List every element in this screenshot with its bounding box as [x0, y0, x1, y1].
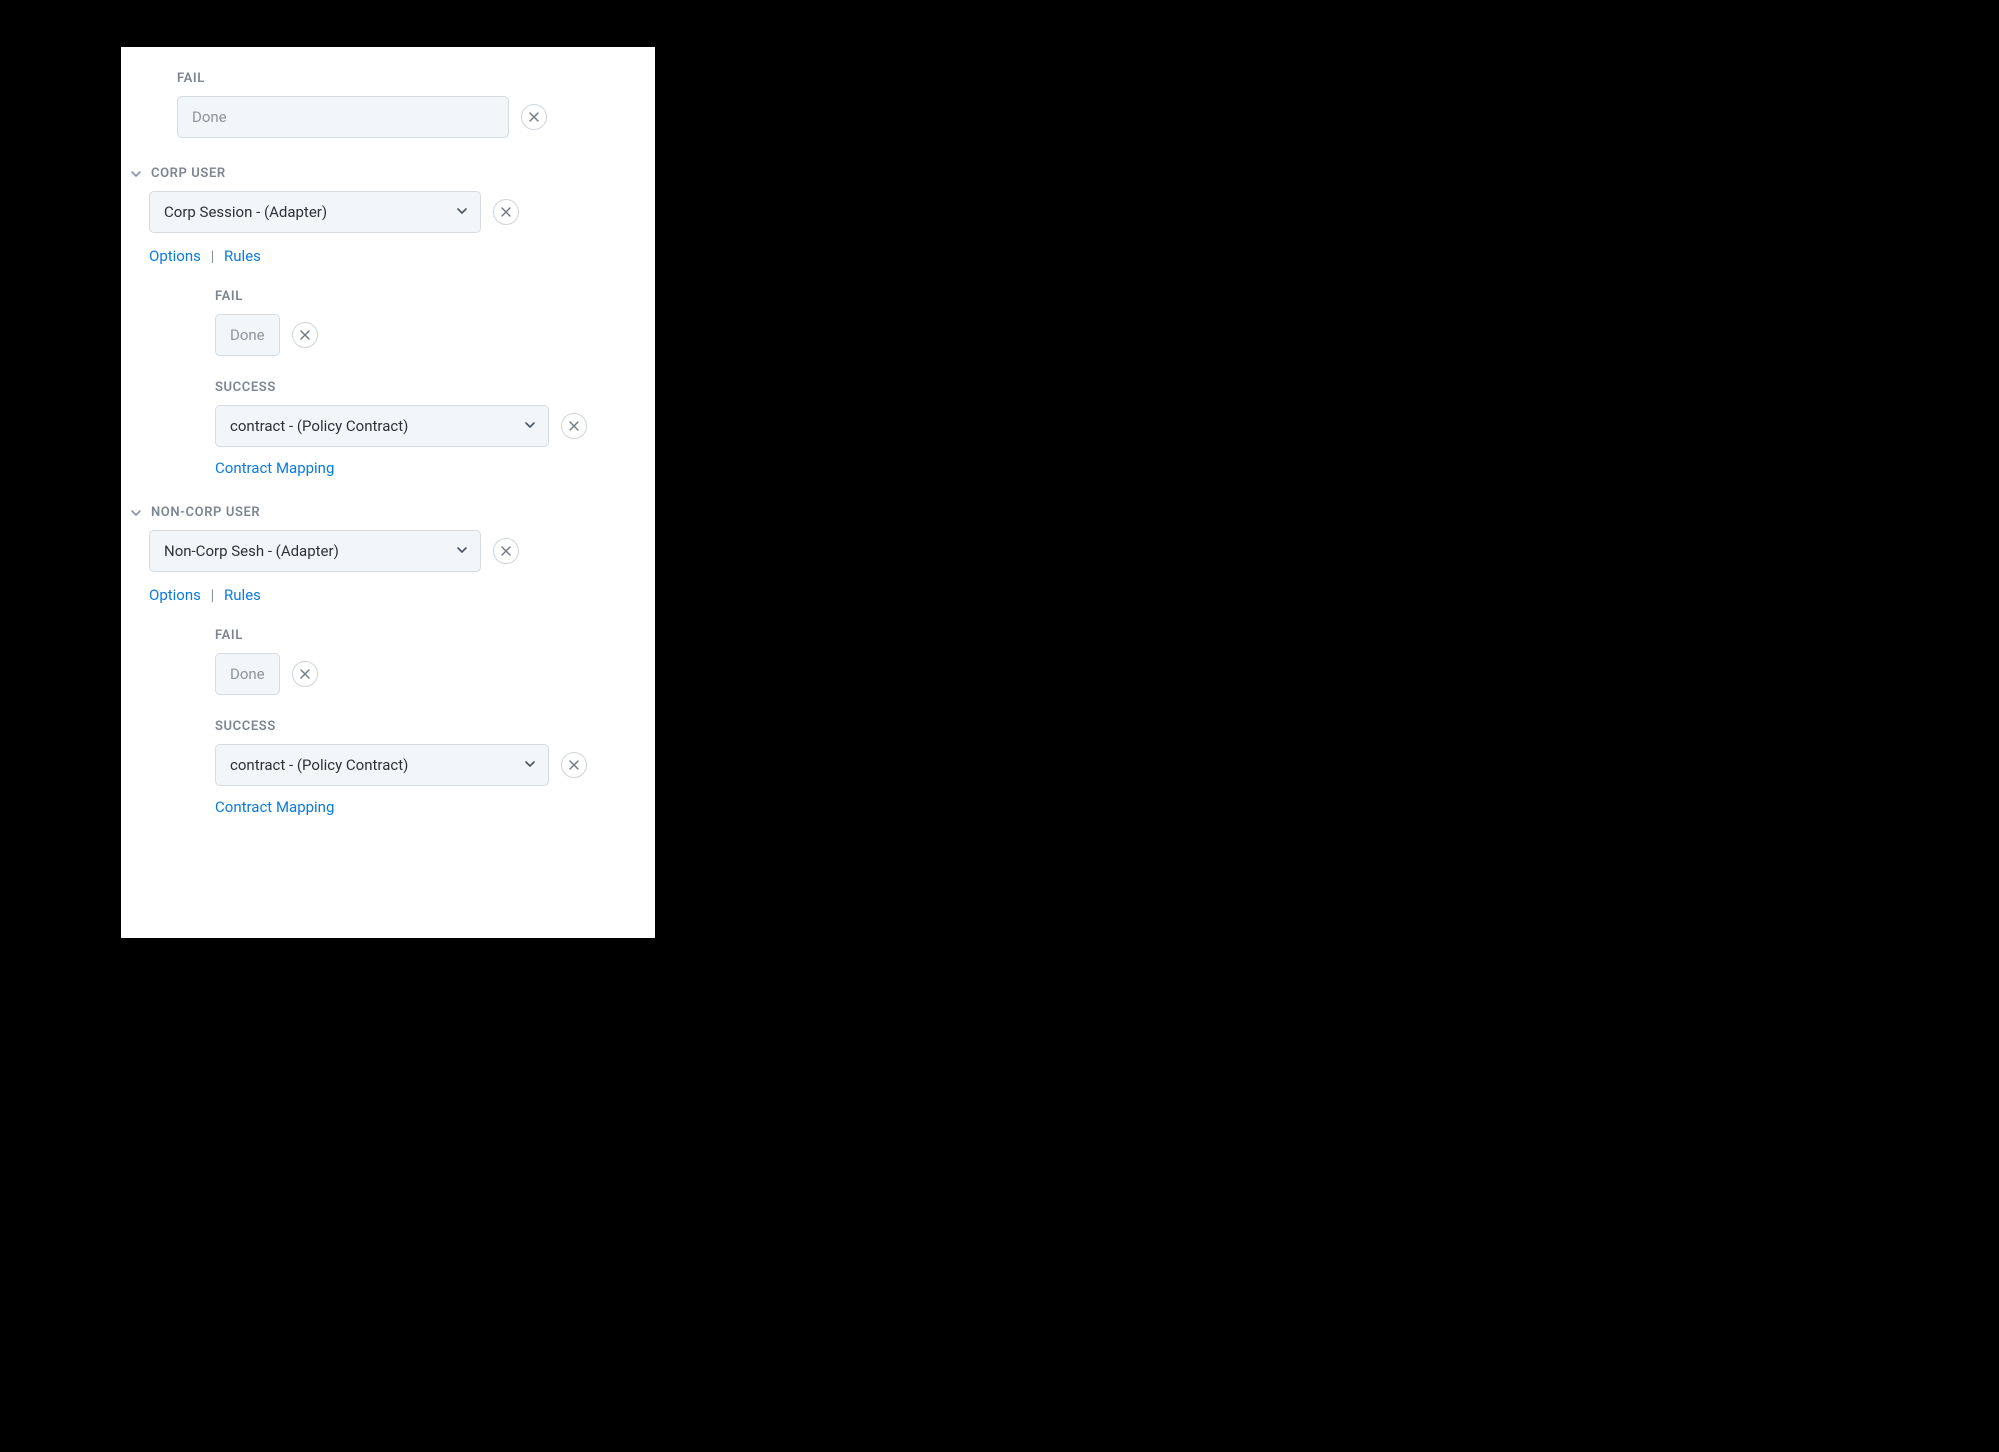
fail-row: Done — [215, 314, 627, 356]
remove-button[interactable] — [561, 413, 587, 439]
options-link[interactable]: Options — [149, 586, 201, 604]
remove-button[interactable] — [292, 661, 318, 687]
chevron-down-icon — [129, 506, 143, 520]
success-value: contract - (Policy Contract) — [230, 756, 408, 774]
contract-mapping-link[interactable]: Contract Mapping — [215, 798, 334, 816]
remove-button[interactable] — [292, 322, 318, 348]
adapter-row: Non-Corp Sesh - (Adapter) — [149, 530, 627, 572]
contract-mapping-row: Contract Mapping — [215, 459, 627, 477]
chevron-down-icon — [524, 417, 536, 435]
close-icon — [501, 207, 511, 217]
fail-label: FAIL — [215, 289, 627, 304]
success-row: contract - (Policy Contract) — [215, 744, 627, 786]
link-separator: | — [205, 247, 221, 265]
link-separator: | — [205, 586, 221, 604]
section-title: CORP USER — [151, 166, 226, 181]
nested-success-block: SUCCESS contract - (Policy Contract) Con… — [215, 719, 627, 816]
fail-value-text: Done — [230, 665, 265, 683]
close-icon — [569, 760, 579, 770]
rules-link[interactable]: Rules — [224, 586, 261, 604]
success-label: SUCCESS — [215, 380, 627, 395]
options-link[interactable]: Options — [149, 247, 201, 265]
adapter-row: Corp Session - (Adapter) — [149, 191, 627, 233]
success-select[interactable]: contract - (Policy Contract) — [215, 744, 549, 786]
fail-value-text: Done — [192, 108, 227, 126]
success-label: SUCCESS — [215, 719, 627, 734]
adapter-select[interactable]: Corp Session - (Adapter) — [149, 191, 481, 233]
adapter-links: Options | Rules — [149, 586, 627, 604]
contract-mapping-link[interactable]: Contract Mapping — [215, 459, 334, 477]
fail-value-text: Done — [230, 326, 265, 344]
adapter-value: Non-Corp Sesh - (Adapter) — [164, 542, 339, 560]
remove-button[interactable] — [493, 199, 519, 225]
adapter-links: Options | Rules — [149, 247, 627, 265]
adapter-select[interactable]: Non-Corp Sesh - (Adapter) — [149, 530, 481, 572]
remove-button[interactable] — [493, 538, 519, 564]
fail-value-field[interactable]: Done — [215, 653, 280, 695]
close-icon — [501, 546, 511, 556]
policy-panel: FAIL Done CORP USER Corp Session - (Adap… — [121, 47, 655, 938]
close-icon — [300, 669, 310, 679]
contract-mapping-row: Contract Mapping — [215, 798, 627, 816]
nested-fail-block: FAIL Done — [215, 628, 627, 695]
success-select[interactable]: contract - (Policy Contract) — [215, 405, 549, 447]
chevron-down-icon — [456, 203, 468, 221]
fail-label: FAIL — [177, 71, 627, 86]
rules-link[interactable]: Rules — [224, 247, 261, 265]
section-corp-user: CORP USER Corp Session - (Adapter) Optio… — [149, 166, 627, 477]
close-icon — [300, 330, 310, 340]
chevron-down-icon — [456, 542, 468, 560]
nested-fail-block: FAIL Done — [215, 289, 627, 356]
fail-value-field[interactable]: Done — [177, 96, 509, 138]
chevron-down-icon — [129, 167, 143, 181]
section-header-non-corp[interactable]: NON-CORP USER — [129, 505, 627, 520]
section-title: NON-CORP USER — [151, 505, 260, 520]
close-icon — [569, 421, 579, 431]
remove-button[interactable] — [521, 104, 547, 130]
success-value: contract - (Policy Contract) — [230, 417, 408, 435]
section-non-corp-user: NON-CORP USER Non-Corp Sesh - (Adapter) … — [149, 505, 627, 816]
nested-success-block: SUCCESS contract - (Policy Contract) Con… — [215, 380, 627, 477]
success-row: contract - (Policy Contract) — [215, 405, 627, 447]
close-icon — [529, 112, 539, 122]
section-header-corp[interactable]: CORP USER — [129, 166, 627, 181]
fail-value-field[interactable]: Done — [215, 314, 280, 356]
remove-button[interactable] — [561, 752, 587, 778]
adapter-value: Corp Session - (Adapter) — [164, 203, 327, 221]
fail-label: FAIL — [215, 628, 627, 643]
fail-row: Done — [215, 653, 627, 695]
chevron-down-icon — [524, 756, 536, 774]
fail-block-top: FAIL Done — [177, 71, 627, 138]
fail-row: Done — [177, 96, 627, 138]
